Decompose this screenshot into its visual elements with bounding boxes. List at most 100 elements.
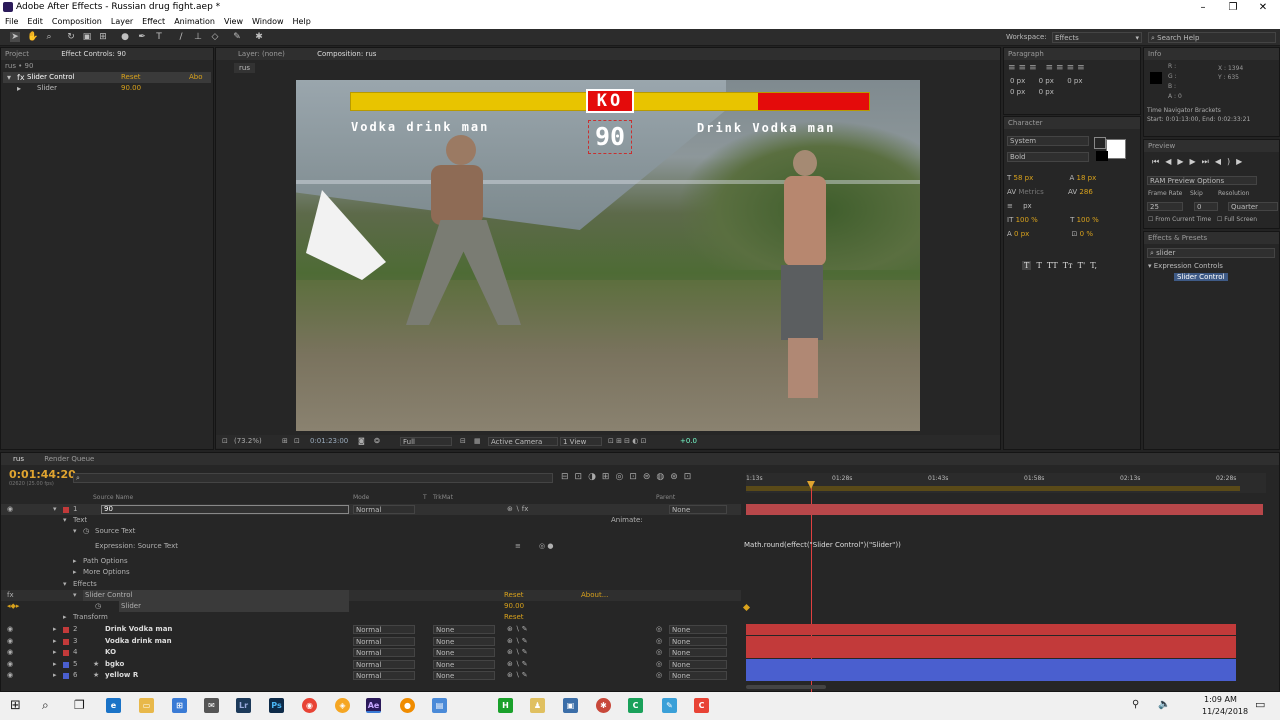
spreadsheet-icon[interactable]: H xyxy=(498,698,513,713)
layer-name[interactable]: Drink Vodka man xyxy=(105,624,172,635)
windows-start-icon[interactable]: ⊞ xyxy=(10,698,21,713)
layer-switches[interactable]: ⊛ ∖ ✎ xyxy=(507,647,528,658)
menu-edit[interactable]: Edit xyxy=(22,15,47,26)
layer-trkmat-dropdown[interactable]: None xyxy=(433,636,495,646)
layer-switches[interactable]: ⊛ ∖ ✎ xyxy=(507,636,528,647)
slider-control-about[interactable]: About... xyxy=(581,590,608,601)
slider-value[interactable]: 90.00 xyxy=(121,84,141,92)
search-icon[interactable]: ⌕ xyxy=(42,698,49,713)
expression-graph-icon[interactable]: ≡ xyxy=(515,541,521,552)
playback-controls[interactable]: ⏮◀▶▶⏭◀)▶ xyxy=(1152,157,1248,167)
always-preview-icon[interactable]: ⊡ xyxy=(222,435,228,448)
mail-icon[interactable]: ✉ xyxy=(204,698,219,713)
lightroom-icon[interactable]: Lr xyxy=(236,698,251,713)
transform-reset[interactable]: Reset xyxy=(504,612,524,623)
menu-window[interactable]: Window xyxy=(247,15,288,26)
space-before-value[interactable]: 0 px xyxy=(1010,88,1025,96)
network-icon[interactable]: ⚲ xyxy=(1132,699,1139,710)
tab-effect-controls[interactable]: Effect Controls: 90 xyxy=(61,50,126,58)
slider-keyframe[interactable] xyxy=(742,603,751,612)
edge-icon[interactable]: e xyxy=(106,698,121,713)
preview-resolution-dropdown[interactable]: Quarter xyxy=(1228,202,1278,211)
visibility-eye-icon[interactable]: ◉ xyxy=(7,504,13,515)
layer-label-color[interactable] xyxy=(63,661,69,668)
resolution-dropdown[interactable]: Full xyxy=(400,437,452,446)
menu-file[interactable]: File xyxy=(0,15,22,26)
layer-row[interactable]: ◉ ▸ 5 ★ bgko Normal None ⊛ ∖ ✎ ◎ None xyxy=(1,659,741,670)
slider-control-reset[interactable]: Reset xyxy=(504,590,524,601)
visibility-eye-icon[interactable]: ◉ xyxy=(7,636,13,647)
frame-rate-dropdown[interactable]: 25 xyxy=(1147,202,1183,211)
effect-reset-link[interactable]: Reset xyxy=(121,73,141,81)
expand-triangle-icon[interactable]: ▸ xyxy=(63,612,67,623)
exposure-value[interactable]: +0.0 xyxy=(680,435,697,448)
expand-triangle-icon[interactable]: ▾ xyxy=(53,504,57,515)
expand-triangle-icon[interactable]: ▸ xyxy=(73,567,77,578)
small-caps-button[interactable]: Tт xyxy=(1063,261,1073,270)
countdown-text-layer[interactable]: 90 xyxy=(588,120,632,154)
expand-triangle-icon[interactable]: ▸ xyxy=(53,670,57,681)
file-explorer-icon[interactable]: ▭ xyxy=(139,698,154,713)
animate-menu[interactable]: Animate: xyxy=(611,515,643,526)
baseline-value[interactable]: 0 px xyxy=(1014,230,1029,238)
faux-italic-button[interactable]: T xyxy=(1036,261,1041,270)
indent-right-value[interactable]: 0 px xyxy=(1039,77,1054,85)
photoshop-icon[interactable]: Ps xyxy=(269,698,284,713)
font-size-value[interactable]: 58 px xyxy=(1014,174,1034,182)
property-text[interactable]: ▾ Text Animate: xyxy=(1,515,741,526)
effects-presets-title[interactable]: Effects & Presets xyxy=(1144,232,1279,244)
layer-mode-dropdown[interactable]: Normal xyxy=(353,648,415,657)
indent-left-value[interactable]: 0 px xyxy=(1010,77,1025,85)
timeline-switches[interactable]: ⊟⊡◑⊞◎⊡⊜◍⊛⊡ xyxy=(561,472,697,482)
property-source-text[interactable]: ▾ ◷ Source Text xyxy=(1,526,741,537)
layer-parent-dropdown[interactable]: None xyxy=(669,625,727,634)
tsume-value[interactable]: 0 % xyxy=(1080,230,1093,238)
expand-triangle-icon[interactable]: ▾ xyxy=(73,590,77,601)
type-tool-icon[interactable]: T xyxy=(154,32,164,42)
menu-effect[interactable]: Effect xyxy=(137,15,169,26)
parent-pickwhip-icon[interactable]: ◎ xyxy=(656,636,662,647)
parent-pickwhip-icon[interactable]: ◎ xyxy=(656,647,662,658)
slider-control-effect-row[interactable]: ▾ fx Slider Control Reset Abo xyxy=(3,72,211,83)
character-title[interactable]: Character xyxy=(1004,117,1140,129)
search-help-field[interactable]: ⌕ Search Help xyxy=(1148,32,1276,43)
property-slider[interactable]: ◂◆▸ ◷ Slider 90.00 xyxy=(1,601,741,612)
parent-pickwhip-icon[interactable]: ◎ xyxy=(656,659,662,670)
snapshot-icon[interactable]: ◙ xyxy=(358,435,365,448)
align-buttons[interactable]: ≡≡≡ ≡≡≡≡ xyxy=(1004,60,1140,76)
faux-bold-button[interactable]: T xyxy=(1022,261,1032,270)
column-source-name[interactable]: Source Name xyxy=(93,494,133,501)
clock-date[interactable]: 11/24/2018 xyxy=(1202,707,1248,716)
expand-triangle-icon[interactable]: ▸ xyxy=(17,84,21,93)
slider-control-preset[interactable]: Slider Control xyxy=(1174,273,1228,281)
volume-icon[interactable]: 🔈 xyxy=(1158,699,1170,710)
layer-mode-dropdown[interactable]: Normal xyxy=(353,636,415,646)
layer-parent-dropdown[interactable]: None xyxy=(669,671,727,680)
property-slider-control[interactable]: fx ▾ Slider Control Reset About... xyxy=(1,590,741,601)
font-family-dropdown[interactable]: System xyxy=(1007,136,1089,146)
selection-tool-icon[interactable]: ➤ xyxy=(10,32,20,42)
superscript-button[interactable]: T' xyxy=(1078,261,1086,270)
region-icon[interactable]: ⊡ xyxy=(294,435,300,448)
preview-title[interactable]: Preview xyxy=(1144,140,1279,152)
expand-triangle-icon[interactable]: ▾ xyxy=(73,526,77,537)
layer-bar[interactable] xyxy=(746,635,1236,647)
paragraph-title[interactable]: Paragraph xyxy=(1004,48,1140,60)
store-icon[interactable]: ⊞ xyxy=(172,698,187,713)
roto-tool-icon[interactable]: ✎ xyxy=(232,32,242,42)
transparency-grid-icon[interactable]: ▦ xyxy=(474,435,481,448)
eyedropper-icon[interactable] xyxy=(1094,137,1106,149)
layer-row-90[interactable]: ◉ ▾ 1 90 Normal ⊛ ∖ fx None xyxy=(1,504,741,515)
property-transform[interactable]: ▸ Transform Reset xyxy=(1,612,741,623)
ram-preview-options-dropdown[interactable]: RAM Preview Options xyxy=(1147,176,1257,185)
layer-label-color[interactable] xyxy=(63,638,69,645)
visibility-eye-icon[interactable]: ◉ xyxy=(7,624,13,635)
vertical-scale-value[interactable]: 100 % xyxy=(1016,216,1038,224)
tool-app-icon[interactable]: C xyxy=(628,698,643,713)
info-title[interactable]: Info xyxy=(1144,48,1279,60)
puppet-tool-icon[interactable]: ✱ xyxy=(254,32,264,42)
all-caps-button[interactable]: TT xyxy=(1047,261,1058,270)
layer-switches[interactable]: ⊛ ∖ ✎ xyxy=(507,659,528,670)
firefox-icon[interactable]: ● xyxy=(400,698,415,713)
toggle-pixel-aspect-icon[interactable]: ⊡ ⊞ ⊟ ◐ ⊡ xyxy=(608,435,646,448)
